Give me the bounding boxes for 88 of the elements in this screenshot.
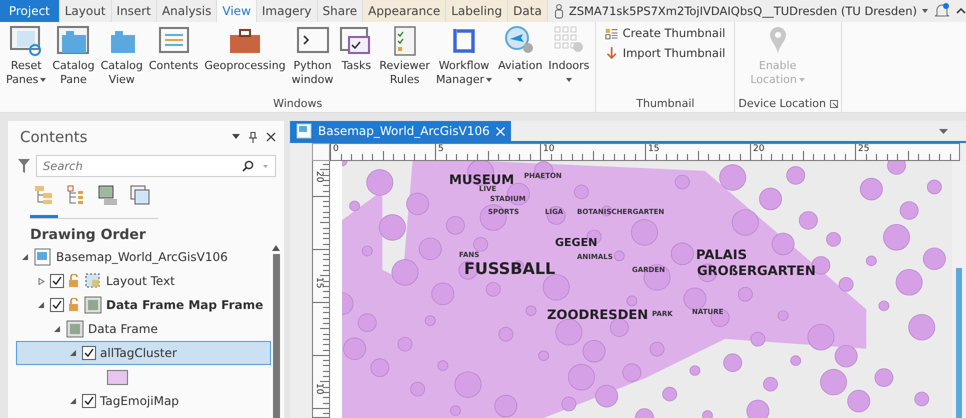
tree-item-label[interactable]: Data Frame bbox=[88, 322, 158, 336]
ruler-number: 10 bbox=[314, 383, 324, 394]
caret-icon[interactable] bbox=[40, 78, 46, 82]
expander-icon[interactable] bbox=[38, 278, 45, 284]
ruler-number: 20 bbox=[753, 144, 764, 154]
map-label: GROßERGARTEN bbox=[697, 265, 816, 278]
map-tab[interactable]: Basemap_World_ArcGisV106 bbox=[290, 121, 511, 141]
map-label: PALAIS bbox=[696, 249, 747, 262]
ribbon-tab[interactable]: Labeling bbox=[446, 0, 508, 22]
ribbon-button[interactable]: Python window bbox=[288, 22, 336, 97]
ruler-number: 15 bbox=[648, 144, 660, 154]
expander-icon[interactable] bbox=[22, 254, 29, 260]
caret-icon bbox=[798, 78, 805, 82]
expander-icon[interactable] bbox=[54, 326, 61, 332]
collapse-icon[interactable] bbox=[956, 7, 966, 15]
ribbon-tab[interactable]: Project bbox=[0, 0, 60, 22]
launcher-icon[interactable] bbox=[830, 100, 838, 108]
section-heading: Drawing Order bbox=[29, 226, 147, 245]
map-label: ZOODRESDEN bbox=[547, 309, 648, 322]
filter-icon[interactable] bbox=[18, 159, 30, 173]
bell-icon[interactable] bbox=[933, 3, 951, 19]
text-element-icon bbox=[84, 272, 102, 290]
caret-icon[interactable] bbox=[232, 134, 240, 140]
scrollbar[interactable] bbox=[271, 245, 281, 418]
map-label: GEGEN bbox=[555, 237, 598, 248]
account-name[interactable]: ZSMA71sk5PS7Xm2TojIVDAIQbsQ__TUDresden (TU Dresden) bbox=[568, 4, 917, 18]
scroll-up-icon[interactable] bbox=[272, 245, 280, 251]
group-label: Thumbnail bbox=[635, 97, 696, 112]
ribbon-button[interactable]: Import Thumbnail bbox=[605, 45, 726, 61]
ribbon-tab[interactable]: Appearance bbox=[363, 0, 446, 22]
caret-icon[interactable] bbox=[517, 78, 524, 82]
checkbox[interactable] bbox=[50, 298, 64, 312]
ribbon-tab[interactable]: Data bbox=[508, 0, 548, 22]
map-label: FUSSBALL bbox=[464, 261, 556, 277]
map-label: MUSEUM bbox=[449, 174, 514, 187]
search-icon bbox=[242, 160, 254, 172]
group-label: Windows bbox=[272, 97, 324, 112]
ribbon-button[interactable]: Tasks bbox=[336, 22, 376, 97]
ruler-number: 10 bbox=[543, 144, 554, 154]
ruler-number: 25 bbox=[858, 144, 870, 154]
map-frame-icon bbox=[66, 320, 84, 338]
ribbon-button[interactable]: Create Thumbnail bbox=[605, 25, 726, 41]
pin-icon[interactable] bbox=[249, 132, 257, 142]
ruler-number: 15 bbox=[314, 277, 324, 288]
expander-icon[interactable] bbox=[70, 350, 77, 356]
caret-icon[interactable] bbox=[486, 78, 492, 82]
ribbon-button[interactable]: Catalog Pane bbox=[49, 22, 98, 97]
ruler-number: 0 bbox=[333, 144, 339, 154]
caret-icon[interactable] bbox=[566, 78, 572, 82]
map-icon bbox=[34, 248, 52, 266]
ruler-number: 20 bbox=[314, 171, 324, 182]
ribbon-button[interactable]: Reviewer Rules bbox=[376, 22, 433, 97]
expander-icon[interactable] bbox=[38, 302, 45, 308]
checkbox[interactable] bbox=[82, 394, 96, 408]
layout-icon bbox=[296, 123, 312, 139]
selection-tree-icon bbox=[66, 185, 86, 205]
caret-icon[interactable] bbox=[939, 129, 948, 135]
ribbon-button[interactable]: Indoors bbox=[545, 22, 592, 97]
close-icon[interactable] bbox=[266, 132, 276, 142]
map-list-icon bbox=[98, 185, 118, 205]
ruler-number: 5 bbox=[438, 144, 444, 154]
caret-icon[interactable] bbox=[922, 9, 928, 13]
checkbox[interactable] bbox=[50, 274, 64, 288]
ribbon-button[interactable]: Geoprocessing bbox=[201, 22, 289, 97]
ribbon-button[interactable]: Reset Panes bbox=[3, 22, 50, 97]
tree-item-label[interactable]: Data Frame Map Frame bbox=[106, 298, 264, 312]
stacked-maps-icon bbox=[130, 185, 150, 205]
ribbon-button[interactable]: Catalog View bbox=[98, 22, 146, 97]
folder-window-icon bbox=[56, 25, 90, 57]
map-frame-icon bbox=[84, 296, 102, 314]
pane-title: Contents bbox=[20, 128, 88, 146]
tree-item-label[interactable]: Basemap_World_ArcGisV106 bbox=[56, 250, 228, 264]
expander-icon[interactable] bbox=[70, 398, 77, 404]
group-label: Device Location bbox=[738, 97, 826, 110]
ribbon-button[interactable]: Workflow Manager bbox=[432, 22, 496, 97]
ribbon-button[interactable]: Contents bbox=[146, 22, 202, 97]
window-reset-icon bbox=[9, 25, 44, 57]
checkbox[interactable] bbox=[82, 346, 96, 360]
view-tab[interactable] bbox=[30, 183, 58, 218]
down-arrow-icon bbox=[605, 45, 619, 61]
ribbon-button[interactable]: Aviation bbox=[495, 22, 546, 97]
tree-item-label[interactable]: allTagCluster bbox=[100, 346, 177, 360]
tree-item-label[interactable]: Layout Text bbox=[106, 274, 175, 288]
tree-item-label[interactable]: TagEmojiMap bbox=[100, 394, 179, 408]
search-field[interactable]: Search bbox=[36, 155, 276, 177]
ribbon-tab[interactable]: View bbox=[217, 0, 257, 22]
drawing-order-icon bbox=[34, 185, 54, 205]
user-icon bbox=[554, 4, 564, 18]
